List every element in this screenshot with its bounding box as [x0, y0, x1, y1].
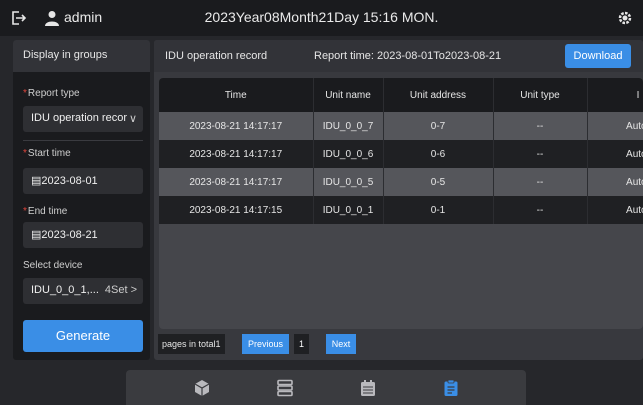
start-time-field[interactable]: ▤2023-08-01: [23, 168, 143, 194]
cell-unit-address: 0-1: [383, 196, 494, 224]
cell-unit-name: IDU_0_0_5: [313, 168, 384, 196]
cell-mode: Auto-: [587, 168, 643, 196]
cell-unit-address: 0-6: [383, 140, 494, 168]
cell-mode: Auto-: [587, 196, 643, 224]
column-header-unit-address: Unit address: [383, 78, 494, 112]
generate-button[interactable]: Generate: [23, 320, 143, 352]
report-type-value: IDU operation recor: [31, 112, 127, 124]
report-time: Report time: 2023-08-01To2023-08-21: [314, 50, 502, 62]
table-header-row: Time Unit name Unit address Unit type I: [159, 78, 643, 112]
column-header-mode: I: [587, 78, 643, 112]
table-row[interactable]: 2023-08-21 14:17:17 IDU_0_0_7 0-7 -- Aut…: [159, 112, 643, 140]
cell-unit-type: --: [493, 112, 588, 140]
divider: [23, 140, 143, 141]
cell-unit-type: --: [493, 140, 588, 168]
cell-mode: Auto-: [587, 112, 643, 140]
download-button[interactable]: Download: [565, 44, 631, 68]
chevron-down-icon: ∨: [128, 113, 137, 125]
cell-unit-name: IDU_0_0_1: [313, 196, 384, 224]
page-number[interactable]: 1: [294, 334, 309, 354]
column-header-unit-type: Unit type: [493, 78, 588, 112]
calendar-icon: ▤: [31, 175, 42, 187]
top-bar: admin 2023Year08Month21Day 15:16 MON.: [0, 0, 643, 36]
cell-time: 2023-08-21 14:17:15: [159, 196, 314, 224]
pages-total: pages in total1: [158, 334, 225, 354]
cell-unit-address: 0-5: [383, 168, 494, 196]
datetime: 2023Year08Month21Day 15:16 MON.: [204, 9, 439, 25]
cell-time: 2023-08-21 14:17:17: [159, 112, 314, 140]
settings-icon[interactable]: [616, 9, 634, 27]
cell-unit-name: IDU_0_0_6: [313, 140, 384, 168]
select-device-value: IDU_0_0_1,...: [31, 284, 99, 296]
column-header-time: Time: [159, 78, 314, 112]
end-time-label: *End time: [23, 206, 68, 217]
device-count: 4Set >: [104, 284, 137, 296]
calendar-icon: ▤: [31, 229, 42, 241]
start-time-label: *Start time: [23, 148, 71, 159]
select-device-label: Select device: [23, 260, 83, 271]
record-table[interactable]: Time Unit name Unit address Unit type I …: [159, 78, 643, 329]
report-type-label: *Report type: [23, 88, 80, 99]
report-type-select[interactable]: IDU operation recor ∨: [23, 106, 143, 132]
table-row[interactable]: 2023-08-21 14:17:17 IDU_0_0_5 0-5 -- Aut…: [159, 168, 643, 196]
previous-button[interactable]: Previous: [242, 334, 289, 354]
table-row[interactable]: 2023-08-21 14:17:17 IDU_0_0_6 0-6 -- Aut…: [159, 140, 643, 168]
record-title: IDU operation record: [165, 50, 268, 62]
next-button[interactable]: Next: [326, 334, 356, 354]
cell-unit-type: --: [493, 168, 588, 196]
cell-unit-name: IDU_0_0_7: [313, 112, 384, 140]
calendar-icon[interactable]: [359, 379, 377, 397]
column-header-unit-name: Unit name: [313, 78, 384, 112]
table-row[interactable]: 2023-08-21 14:17:15 IDU_0_0_1 0-1 -- Aut…: [159, 196, 643, 224]
report-icon[interactable]: [442, 379, 460, 397]
end-time-field[interactable]: ▤2023-08-21: [23, 222, 143, 248]
cube-icon[interactable]: [193, 379, 211, 397]
filter-panel: Display in groups *Report type IDU opera…: [13, 40, 150, 360]
server-icon[interactable]: [276, 379, 294, 397]
select-device-field[interactable]: IDU_0_0_1,... 4Set >: [23, 278, 143, 304]
bottom-nav: [126, 370, 526, 405]
cell-time: 2023-08-21 14:17:17: [159, 168, 314, 196]
end-time-value: 2023-08-21: [41, 229, 98, 241]
cell-time: 2023-08-21 14:17:17: [159, 140, 314, 168]
record-panel: IDU operation record Report time: 2023-0…: [154, 40, 643, 360]
display-in-groups-title: Display in groups: [13, 40, 150, 72]
cell-unit-address: 0-7: [383, 112, 494, 140]
start-time-value: 2023-08-01: [41, 175, 98, 187]
cell-mode: Auto-: [587, 140, 643, 168]
cell-unit-type: --: [493, 196, 588, 224]
